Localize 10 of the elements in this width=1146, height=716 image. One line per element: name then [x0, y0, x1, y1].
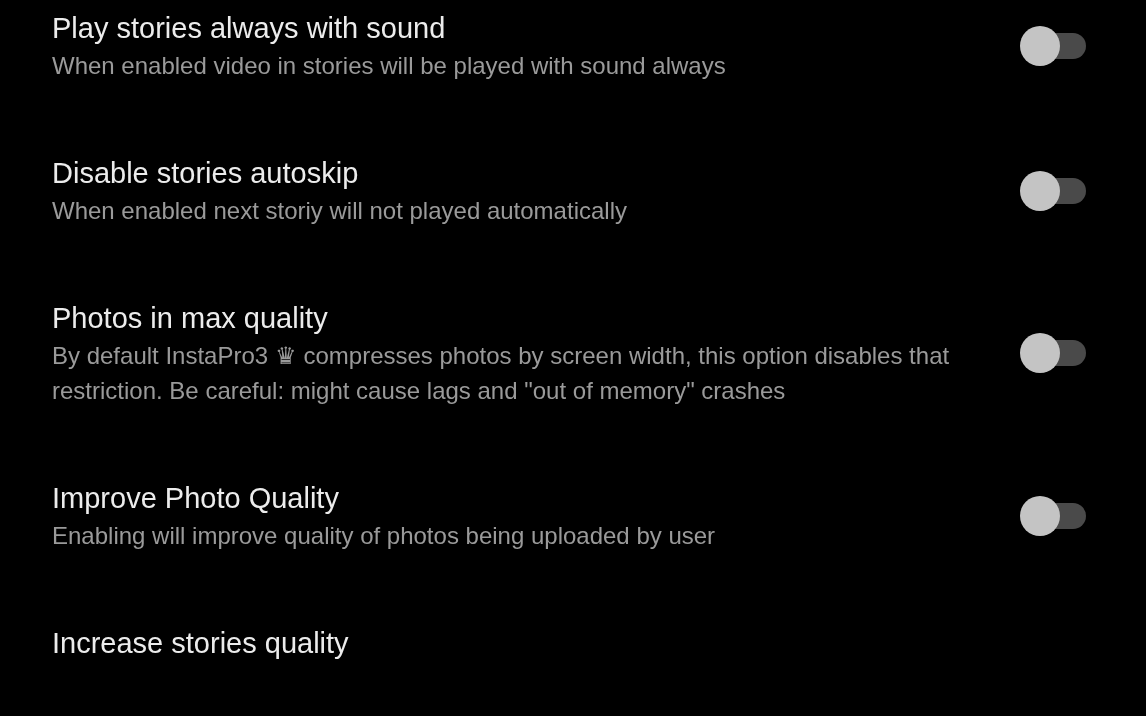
toggle-switch[interactable]	[1020, 331, 1086, 375]
setting-title: Improve Photo Quality	[52, 481, 340, 516]
setting-title: Play stories always with sound	[52, 11, 447, 46]
setting-description: When enabled video in stories will be played with sound always	[52, 51, 727, 81]
setting-title: Disable stories autoskip	[52, 156, 360, 191]
setting-title: Increase stories quality	[52, 626, 350, 661]
setting-description: Enabling will improve quality of photos being uploaded by user	[52, 521, 717, 551]
setting-description: By default InstaPro3 ♛ compresses photos by screen width, this option disables that restriction. Be careful: might cause lags and "out of memory" crashes	[52, 341, 951, 406]
setting-title: Photos in max quality	[52, 301, 329, 336]
setting-description: When enabled next storiy will not played automatically	[52, 196, 628, 226]
